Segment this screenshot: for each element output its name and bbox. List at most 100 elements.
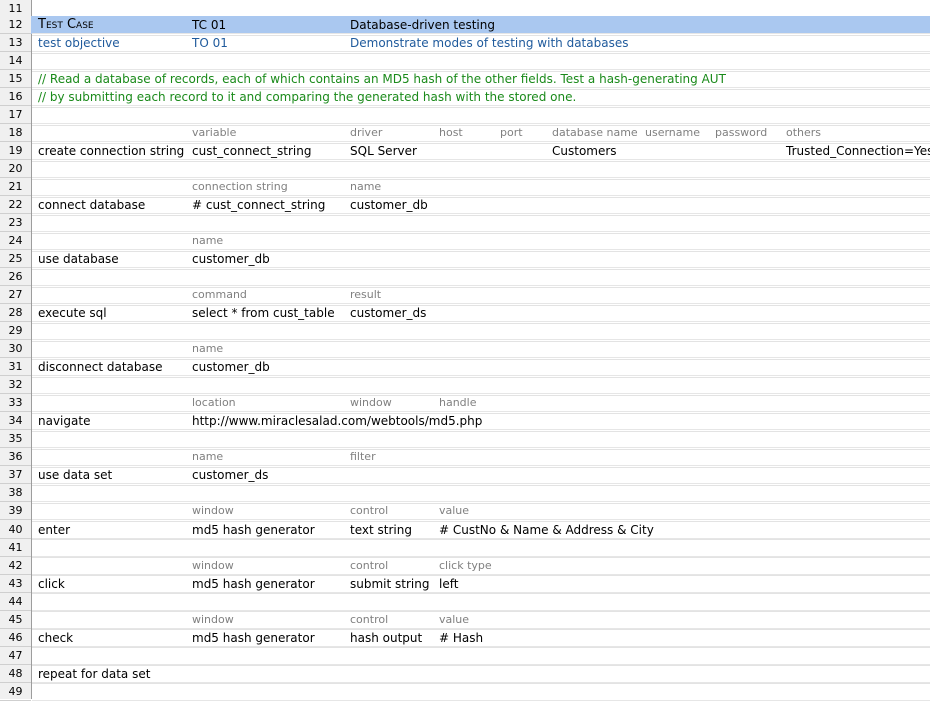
param-value[interactable]: http://www.miraclesalad.com/webtools/md5… <box>192 412 482 430</box>
row-40-action[interactable]: 40 enter md5 hash generator text string … <box>0 521 930 539</box>
action-keyword[interactable]: use data set <box>38 466 112 484</box>
row-number[interactable]: 43 <box>0 575 31 593</box>
row-number[interactable]: 20 <box>0 160 31 178</box>
param-header[interactable]: port <box>500 124 523 142</box>
row-number[interactable]: 47 <box>0 647 31 665</box>
param-value[interactable]: left <box>439 575 458 593</box>
row-15-comment[interactable]: 15 // Read a database of records, each o… <box>0 70 930 88</box>
param-value[interactable]: Customers <box>552 142 617 160</box>
row-18-headers[interactable]: 18 variable driver host port database na… <box>0 124 930 142</box>
param-value[interactable]: md5 hash generator <box>192 629 315 647</box>
test-case-id[interactable]: TC 01 <box>192 16 226 34</box>
objective-text[interactable]: Demonstrate modes of testing with databa… <box>350 34 628 52</box>
action-keyword[interactable]: connect database <box>38 196 145 214</box>
row-number[interactable]: 15 <box>0 70 31 88</box>
param-value[interactable]: # cust_connect_string <box>192 196 325 214</box>
row-26[interactable]: 26 <box>0 268 930 286</box>
action-keyword[interactable]: use database <box>38 250 119 268</box>
param-header[interactable]: username <box>645 124 700 142</box>
row-number[interactable]: 40 <box>0 521 31 539</box>
row-25-action[interactable]: 25 use database customer_db <box>0 250 930 268</box>
row-41[interactable]: 41 <box>0 539 930 557</box>
row-24-headers[interactable]: 24 name <box>0 232 930 250</box>
param-header[interactable]: value <box>439 611 469 629</box>
param-header[interactable]: database name <box>552 124 638 142</box>
row-43-action[interactable]: 43 click md5 hash generator submit strin… <box>0 575 930 593</box>
row-number[interactable]: 24 <box>0 232 31 250</box>
comment-line[interactable]: // by submitting each record to it and c… <box>38 88 576 106</box>
test-case-label[interactable]: Test Case <box>38 16 94 34</box>
param-header[interactable]: name <box>350 178 381 196</box>
row-number[interactable]: 38 <box>0 484 31 502</box>
row-number[interactable]: 44 <box>0 593 31 611</box>
param-value[interactable]: cust_connect_string <box>192 142 311 160</box>
row-number[interactable]: 21 <box>0 178 31 196</box>
param-value[interactable]: customer_db <box>192 358 270 376</box>
param-value[interactable]: customer_ds <box>350 304 426 322</box>
row-23[interactable]: 23 <box>0 214 930 232</box>
action-keyword[interactable]: repeat for data set <box>38 665 150 683</box>
param-header[interactable]: name <box>192 340 223 358</box>
row-number[interactable]: 28 <box>0 304 31 322</box>
row-number[interactable]: 48 <box>0 665 31 683</box>
objective-id[interactable]: TO 01 <box>192 34 228 52</box>
test-case-title[interactable]: Database-driven testing <box>350 16 495 34</box>
param-value[interactable]: md5 hash generator <box>192 575 315 593</box>
action-keyword[interactable]: execute sql <box>38 304 107 322</box>
row-45-headers[interactable]: 45 window control value <box>0 611 930 629</box>
param-header[interactable]: host <box>439 124 463 142</box>
param-value[interactable]: submit string <box>350 575 429 593</box>
action-keyword[interactable]: navigate <box>38 412 90 430</box>
row-44[interactable]: 44 <box>0 593 930 611</box>
param-header[interactable]: location <box>192 394 236 412</box>
row-number[interactable]: 27 <box>0 286 31 304</box>
row-30-headers[interactable]: 30 name <box>0 340 930 358</box>
row-48-repeat[interactable]: 48 repeat for data set <box>0 665 930 683</box>
row-20[interactable]: 20 <box>0 160 930 178</box>
param-header[interactable]: window <box>192 557 234 575</box>
row-number[interactable]: 19 <box>0 142 31 160</box>
row-14[interactable]: 14 <box>0 52 930 70</box>
param-header[interactable]: password <box>715 124 767 142</box>
row-13-objective[interactable]: 13 test objective TO 01 Demonstrate mode… <box>0 34 930 52</box>
row-17[interactable]: 17 <box>0 106 930 124</box>
row-number[interactable]: 42 <box>0 557 31 575</box>
row-number[interactable]: 14 <box>0 52 31 70</box>
row-29[interactable]: 29 <box>0 322 930 340</box>
param-header[interactable]: click type <box>439 557 492 575</box>
param-value[interactable]: text string <box>350 521 412 539</box>
row-number[interactable]: 31 <box>0 358 31 376</box>
row-31-action[interactable]: 31 disconnect database customer_db <box>0 358 930 376</box>
param-header[interactable]: window <box>192 611 234 629</box>
row-number[interactable]: 45 <box>0 611 31 629</box>
row-34-action[interactable]: 34 navigate http://www.miraclesalad.com/… <box>0 412 930 430</box>
param-header[interactable]: result <box>350 286 381 304</box>
row-number[interactable]: 25 <box>0 250 31 268</box>
param-header[interactable]: name <box>192 232 223 250</box>
param-header[interactable]: others <box>786 124 821 142</box>
row-33-headers[interactable]: 33 location window handle <box>0 394 930 412</box>
comment-line[interactable]: // Read a database of records, each of w… <box>38 70 726 88</box>
row-49[interactable]: 49 <box>0 683 930 701</box>
row-28-action[interactable]: 28 execute sql select * from cust_table … <box>0 304 930 322</box>
row-number[interactable]: 13 <box>0 34 31 52</box>
param-header[interactable]: control <box>350 611 388 629</box>
row-number[interactable]: 37 <box>0 466 31 484</box>
row-number[interactable]: 33 <box>0 394 31 412</box>
param-header[interactable]: filter <box>350 448 376 466</box>
row-number[interactable]: 32 <box>0 376 31 394</box>
row-number[interactable]: 18 <box>0 124 31 142</box>
param-value[interactable]: customer_db <box>192 250 270 268</box>
row-number[interactable]: 29 <box>0 322 31 340</box>
param-value[interactable]: # Hash <box>439 629 483 647</box>
param-header[interactable]: connection string <box>192 178 288 196</box>
row-16-comment[interactable]: 16 // by submitting each record to it an… <box>0 88 930 106</box>
row-number[interactable]: 46 <box>0 629 31 647</box>
row-46-action[interactable]: 46 check md5 hash generator hash output … <box>0 629 930 647</box>
row-21-headers[interactable]: 21 connection string name <box>0 178 930 196</box>
action-keyword[interactable]: enter <box>38 521 70 539</box>
row-number[interactable]: 16 <box>0 88 31 106</box>
param-header[interactable]: control <box>350 557 388 575</box>
param-value[interactable]: hash output <box>350 629 422 647</box>
row-number[interactable]: 30 <box>0 340 31 358</box>
